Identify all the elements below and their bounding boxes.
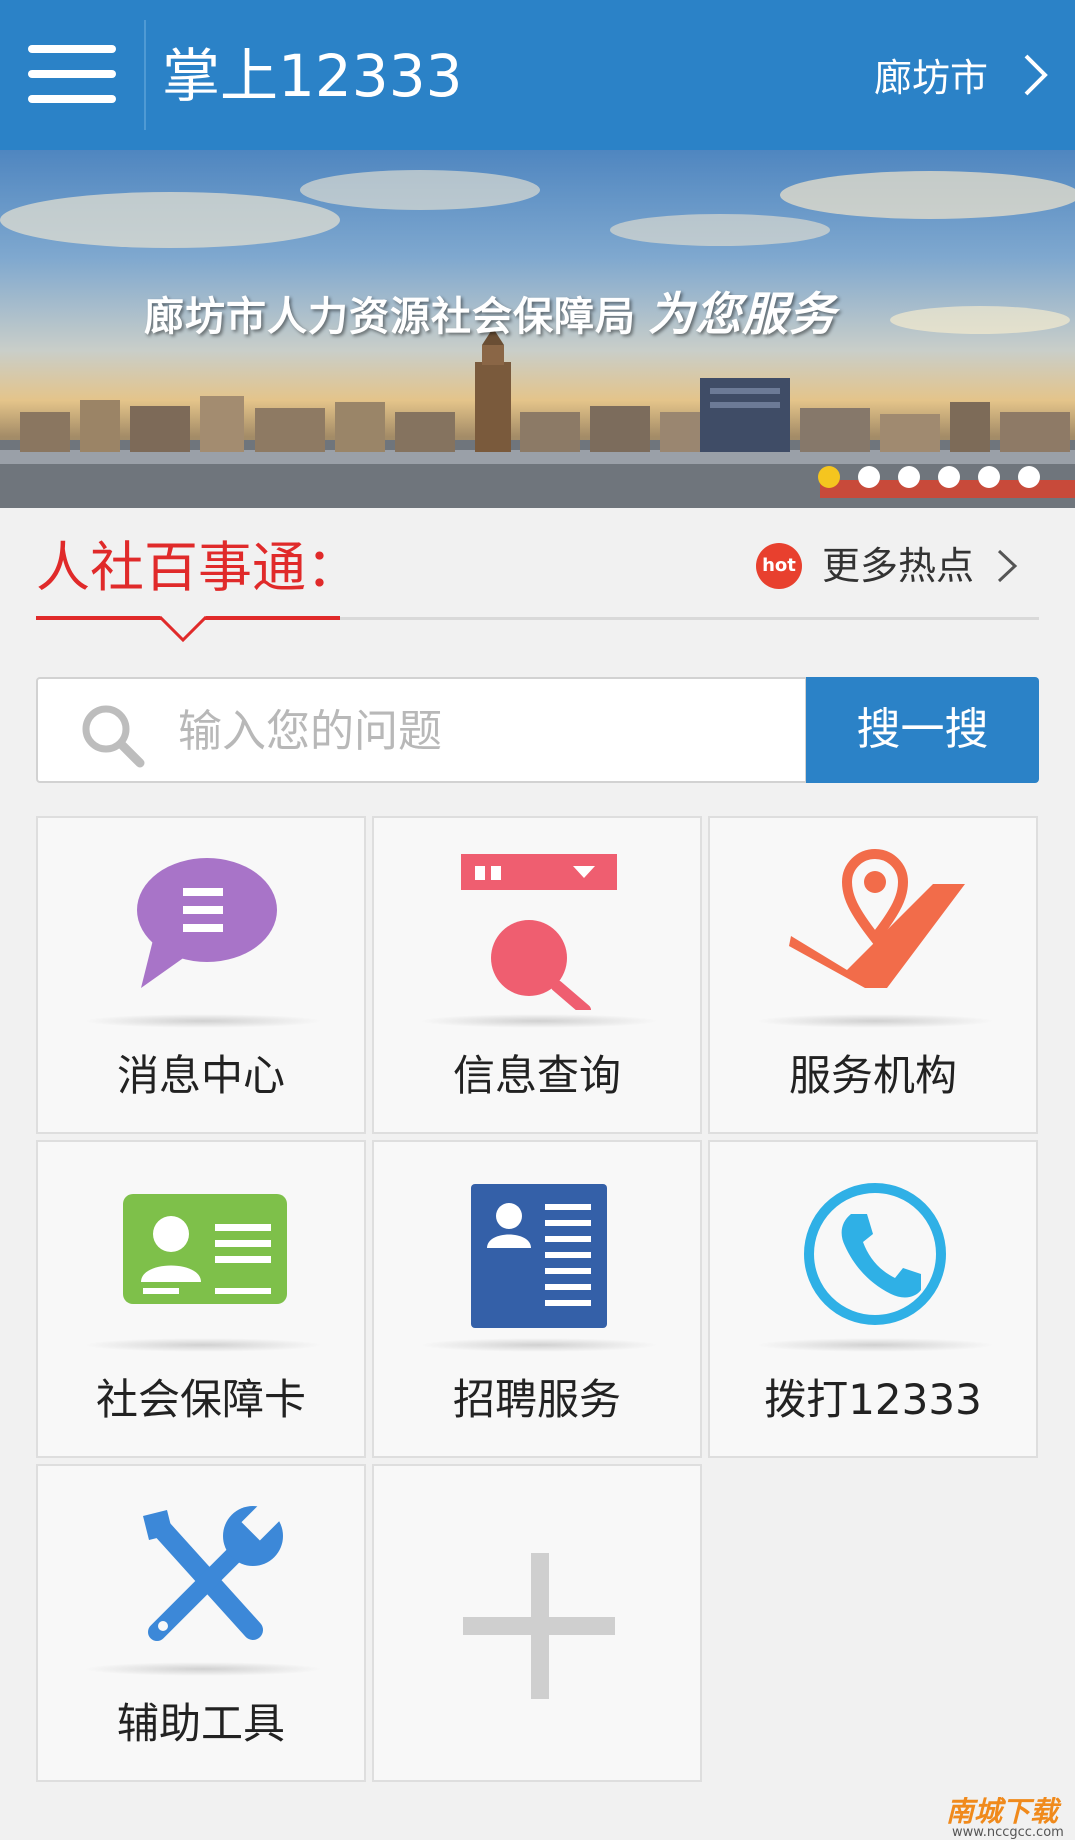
carousel-dot[interactable] [858, 466, 880, 488]
search-button[interactable]: 搜一搜 [806, 677, 1039, 783]
tile-label: 服务机构 [788, 1051, 957, 1100]
carousel-dot[interactable] [1018, 466, 1040, 488]
map-location-icon [789, 849, 965, 988]
tile-shadow [83, 1662, 323, 1676]
search-input[interactable] [178, 703, 778, 759]
header-divider [144, 20, 146, 130]
city-label: 廊坊市 [874, 56, 989, 100]
tile-shadow [83, 1338, 323, 1352]
carousel-indicator [818, 466, 1058, 490]
tile-call-12333[interactable]: 拨打12333 [708, 1140, 1038, 1458]
menu-icon[interactable] [28, 45, 116, 103]
tile-social-security-card[interactable]: 社会保障卡 [36, 1140, 366, 1458]
tile-shadow [83, 1014, 323, 1028]
tools-icon [143, 1499, 283, 1641]
chevron-right-icon [1024, 54, 1048, 96]
tile-auxiliary-tools[interactable]: 辅助工具 [36, 1464, 366, 1782]
watermark-url: www.nccgcc.com [952, 1825, 1064, 1840]
hot-badge-icon: hot [756, 543, 802, 589]
tile-shadow [755, 1014, 995, 1028]
carousel-dot[interactable] [898, 466, 920, 488]
tile-recruitment-services[interactable]: 招聘服务 [372, 1140, 702, 1458]
search-box [36, 677, 807, 783]
add-plus-icon [463, 1553, 615, 1699]
tile-label: 辅助工具 [116, 1699, 285, 1748]
phone-call-icon [804, 1183, 946, 1325]
tile-info-query[interactable]: 信息查询 [372, 816, 702, 1134]
tile-service-agencies[interactable]: 服务机构 [708, 816, 1038, 1134]
watermark-logo: 南城下载 www.nccgcc.com [946, 1795, 1071, 1840]
tile-shadow [419, 1338, 659, 1352]
tile-shadow [419, 1014, 659, 1028]
city-selector[interactable]: 廊坊市 [850, 40, 1060, 110]
tile-label: 消息中心 [116, 1051, 285, 1100]
message-bubble-icon [137, 858, 277, 988]
carousel-dot-active[interactable] [818, 466, 840, 488]
section-title: 人社百事通： [36, 536, 360, 599]
tile-shadow [755, 1338, 995, 1352]
carousel-dot[interactable] [938, 466, 960, 488]
tile-message-center[interactable]: 消息中心 [36, 816, 366, 1134]
banner-title: 廊坊市人力资源社会保障局 [144, 294, 636, 340]
tile-label: 拨打12333 [764, 1375, 982, 1424]
resume-document-icon [471, 1184, 607, 1328]
watermark-logo-text: 南城下载 [946, 1795, 1059, 1828]
tile-label: 招聘服务 [452, 1375, 621, 1424]
more-hot-topics-link[interactable]: hot 更多热点 [756, 538, 1046, 594]
tile-add[interactable] [372, 1464, 702, 1782]
app-title: 掌上12333 [162, 42, 463, 110]
app-header: 掌上12333 廊坊市 [0, 0, 1075, 150]
chevron-right-icon [997, 549, 1018, 583]
banner-caption: 廊坊市人力资源社会保障局 为您服务 [144, 288, 836, 343]
tile-label: 信息查询 [452, 1051, 621, 1100]
magnifier-query-icon [461, 854, 617, 1010]
carousel-dot[interactable] [978, 466, 1000, 488]
more-hot-topics-label: 更多热点 [822, 544, 975, 588]
caret-down-icon [160, 616, 206, 643]
banner-slogan: 为您服务 [648, 287, 836, 341]
tile-label: 社会保障卡 [95, 1375, 306, 1424]
banner-carousel[interactable]: 廊坊市人力资源社会保障局 为您服务 [0, 150, 1075, 508]
search-icon [82, 705, 145, 768]
id-card-icon [123, 1194, 287, 1304]
